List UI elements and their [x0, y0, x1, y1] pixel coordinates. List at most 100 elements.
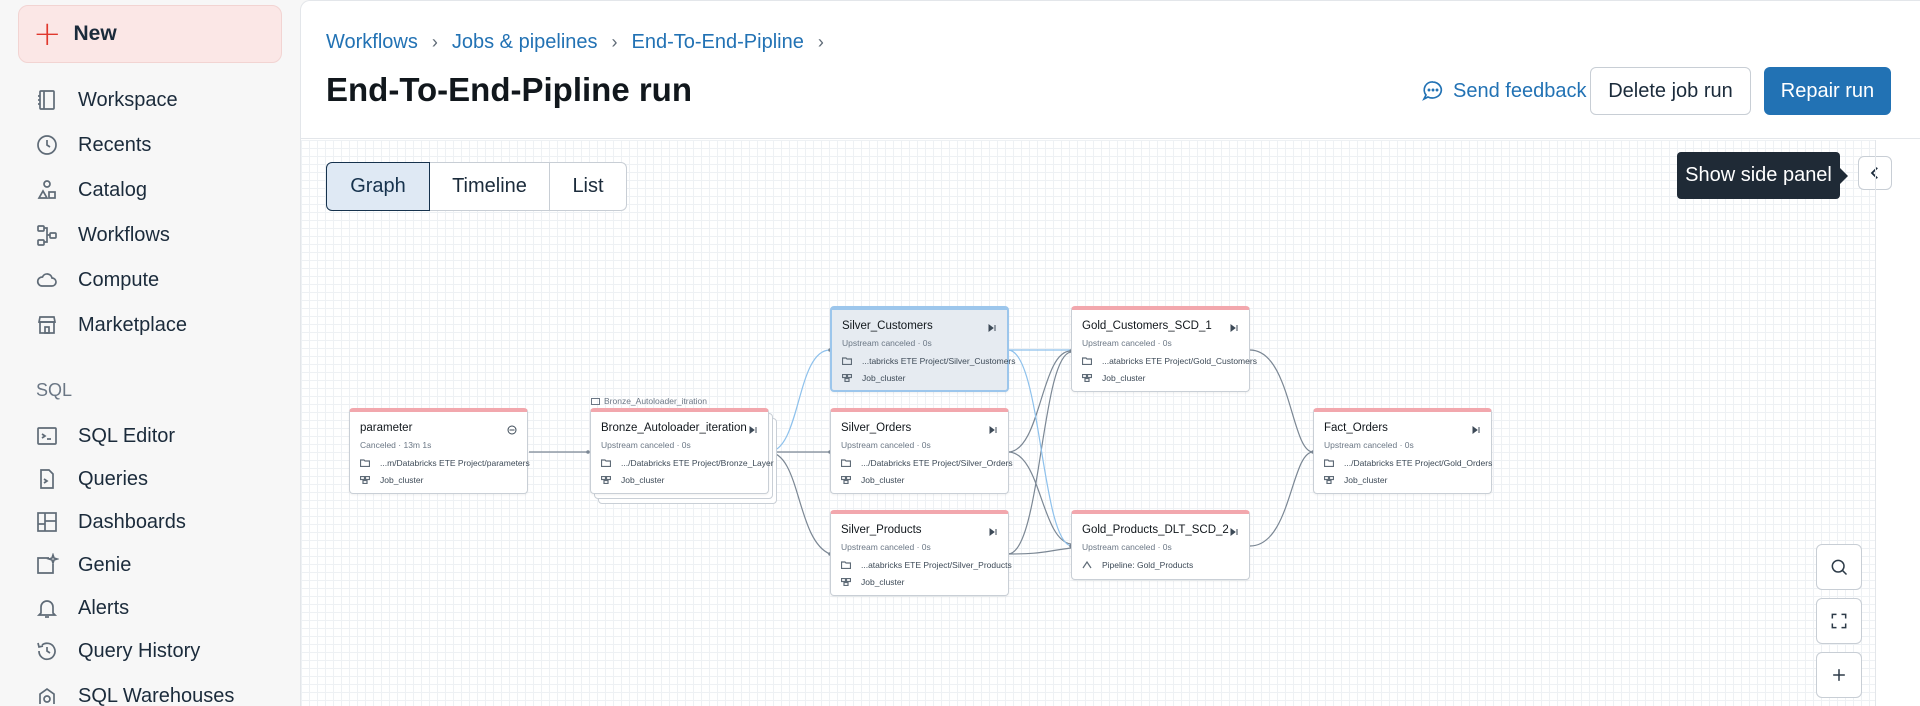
folder-icon [840, 459, 852, 468]
task-status: Upstream canceled · 0s [1082, 542, 1172, 552]
breadcrumb-jobs-pipelines[interactable]: Jobs & pipelines [452, 31, 598, 54]
task-name: Gold_Products_DLT_SCD_2 [1082, 524, 1229, 536]
fit-view-button[interactable] [1816, 598, 1862, 644]
task-cluster-row: Job_cluster [600, 475, 665, 485]
sidebar-item-genie[interactable]: Genie [34, 545, 131, 585]
task-status: Upstream canceled · 0s [601, 440, 691, 450]
sidebar-item-sql-warehouses[interactable]: SQL Warehouses [34, 676, 234, 706]
sidebar-item-dashboards[interactable]: Dashboards [34, 502, 186, 542]
sidebar-item-sql-editor[interactable]: SQL Editor [34, 416, 175, 456]
repair-run-button[interactable]: Repair run [1764, 67, 1891, 115]
breadcrumb-job[interactable]: End-To-End-Pipline [632, 31, 804, 54]
cluster-icon [840, 475, 852, 485]
graph-canvas[interactable]: Graph Timeline List Show side panel Bron… [301, 140, 1892, 706]
task-name: Silver_Customers [842, 320, 933, 332]
pipeline-icon [1082, 560, 1092, 569]
breadcrumb: Workflows › Jobs & pipelines › End-To-En… [326, 31, 838, 54]
task-path-row: ...tabricks ETE Project/Silver_Customers [841, 356, 1016, 366]
history-icon [34, 638, 60, 664]
warehouse-icon [34, 683, 60, 706]
breadcrumb-workflows[interactable]: Workflows [326, 31, 418, 54]
task-status: Upstream canceled · 0s [841, 542, 931, 552]
canceled-icon [507, 422, 517, 435]
task-name: Gold_Customers_SCD_1 [1082, 320, 1212, 332]
task-cluster: Job_cluster [861, 475, 905, 485]
delete-job-run-button[interactable]: Delete job run [1590, 67, 1751, 115]
clock-icon [34, 132, 60, 158]
task-node-gold-customers[interactable]: Gold_Customers_SCD_1 Upstream canceled ·… [1071, 306, 1257, 392]
genie-icon [34, 552, 60, 578]
task-path-row: ...m/Databricks ETE Project/parameters [359, 458, 530, 468]
task-status: Upstream canceled · 0s [1082, 338, 1172, 348]
iteration-tag-label: Bronze_Autoloader_itration [604, 396, 708, 406]
new-button-label: New [73, 22, 117, 45]
page-header: Workflows › Jobs & pipelines › End-To-En… [301, 1, 1920, 139]
sidebar-item-queries[interactable]: Queries [34, 459, 148, 499]
new-button[interactable]: + New [18, 5, 282, 63]
cluster-icon [840, 577, 852, 587]
task-node-silver-products[interactable]: Silver_Products Upstream canceled · 0s .… [830, 510, 1012, 596]
task-path: ...atabricks ETE Project/Silver_Products [861, 560, 1012, 570]
task-name: Silver_Orders [841, 422, 912, 434]
task-node-silver-customers[interactable]: Silver_Customers Upstream canceled · 0s … [830, 306, 1016, 392]
sidebar-item-label: Query History [78, 639, 201, 662]
task-status: Canceled · 13m 1s [360, 440, 432, 450]
page-title: End-To-End-Pipline run [326, 71, 692, 108]
task-path: ...m/Databricks ETE Project/parameters [380, 458, 530, 468]
skip-icon [1471, 422, 1481, 434]
task-cluster-row: Job_cluster [359, 475, 424, 485]
task-node-bronze-autoloader[interactable]: Bronze_Autoloader_iteration Upstream can… [590, 408, 774, 494]
sidebar-item-label: SQL Editor [78, 424, 176, 447]
task-cluster: Job_cluster [621, 475, 665, 485]
catalog-icon [34, 177, 60, 203]
chevron-right-icon: › [611, 32, 618, 52]
task-cluster-row: Job_cluster [841, 373, 905, 383]
chevron-right-icon: › [817, 32, 824, 52]
task-node-silver-orders[interactable]: Silver_Orders Upstream canceled · 0s ...… [830, 408, 1013, 494]
skip-icon [987, 320, 997, 332]
task-name: parameter [360, 422, 413, 434]
task-cluster-row: Job_cluster [840, 475, 905, 485]
loop-icon [591, 397, 600, 405]
folder-icon [359, 459, 371, 468]
sidebar-item-catalog[interactable]: Catalog [34, 170, 147, 210]
cluster-icon [359, 475, 371, 485]
task-status: Upstream canceled · 0s [842, 338, 932, 348]
skip-icon [1229, 524, 1239, 536]
fullscreen-icon [1831, 613, 1847, 629]
task-node-gold-products[interactable]: Gold_Products_DLT_SCD_2 Upstream cancele… [1071, 510, 1250, 580]
cluster-icon [1323, 475, 1335, 485]
task-name: Fact_Orders [1324, 422, 1388, 434]
sidebar-item-workspace[interactable]: Workspace [34, 80, 178, 120]
task-path-row: ...atabricks ETE Project/Silver_Products [840, 560, 1012, 570]
sidebar-item-label: Dashboards [78, 510, 186, 533]
search-button[interactable] [1816, 544, 1862, 590]
folder-icon [1081, 357, 1093, 366]
sidebar-item-alerts[interactable]: Alerts [34, 588, 129, 628]
task-status: Upstream canceled · 0s [1324, 440, 1414, 450]
cluster-icon [1081, 373, 1093, 383]
workspace-icon [34, 87, 60, 113]
task-node-parameter[interactable]: parameter Canceled · 13m 1s ...m/Databri… [349, 408, 530, 494]
workflows-icon [34, 222, 60, 248]
skip-icon [988, 422, 998, 434]
task-cluster: Job_cluster [380, 475, 424, 485]
sidebar-item-marketplace[interactable]: Marketplace [34, 305, 187, 345]
sidebar-item-label: Compute [78, 268, 160, 291]
task-node-fact-orders[interactable]: Fact_Orders Upstream canceled · 0s .../D… [1313, 408, 1492, 494]
sidebar-item-compute[interactable]: Compute [34, 260, 159, 300]
task-pipeline: Pipeline: Gold_Products [1102, 560, 1194, 570]
sidebar-item-recents[interactable]: Recents [34, 125, 151, 165]
sidebar-item-query-history[interactable]: Query History [34, 631, 200, 671]
search-icon [1831, 559, 1848, 576]
zoom-in-button[interactable] [1816, 652, 1862, 698]
bell-icon [34, 595, 60, 621]
send-feedback-link[interactable]: Send feedback [1421, 79, 1586, 103]
tab-graph[interactable]: Graph [326, 162, 430, 211]
chat-bubble-icon [1422, 81, 1443, 101]
skip-icon [748, 422, 758, 434]
sidebar-item-workflows[interactable]: Workflows [34, 215, 170, 255]
sidebar-item-label: Workflows [78, 223, 170, 246]
folder-icon [840, 561, 852, 570]
folder-icon [841, 357, 853, 366]
